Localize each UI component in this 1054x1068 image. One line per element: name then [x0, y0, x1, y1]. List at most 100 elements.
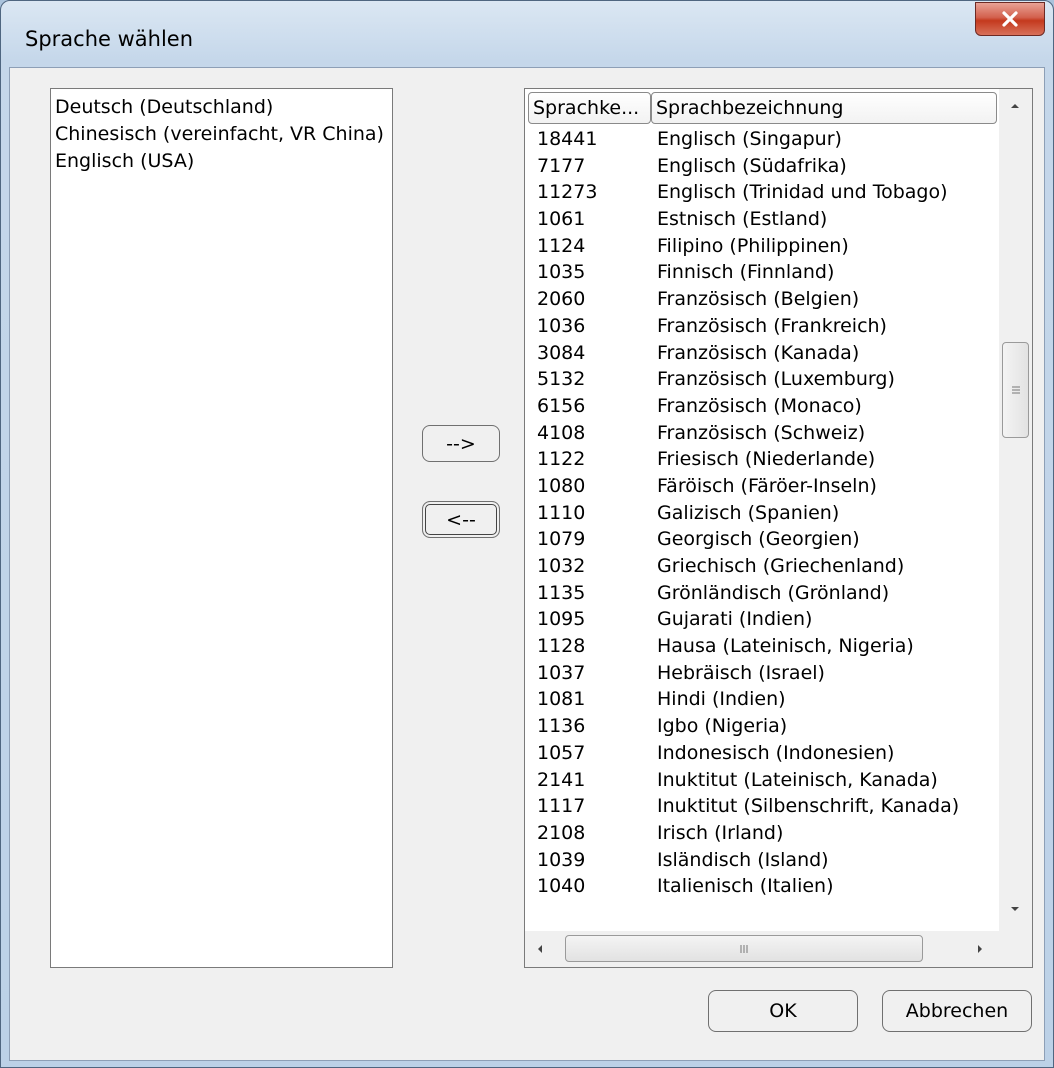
language-name-cell: Französisch (Kanada): [657, 341, 860, 364]
language-name-cell: Französisch (Schweiz): [657, 421, 866, 444]
language-name-cell: Griechisch (Griechenland): [657, 555, 905, 577]
language-code-cell: 5132: [537, 368, 586, 391]
vertical-scrollbar[interactable]: [999, 89, 1032, 931]
table-row[interactable]: 1136 Igbo (Nigeria): [525, 713, 997, 740]
language-code-cell: 1035: [537, 261, 586, 284]
table-row[interactable]: 1095 Gujarati (Indien): [525, 606, 997, 633]
language-code-cell: 1110: [537, 501, 586, 524]
list-item[interactable]: Chinesisch (vereinfacht, VR China): [55, 121, 388, 148]
language-name-cell: Gujarati (Indien): [657, 608, 813, 631]
table-row[interactable]: 18441 Englisch (Singapur): [525, 126, 997, 153]
table-row[interactable]: 1039 Isländisch (Island): [525, 847, 997, 874]
arrow-left-icon[interactable]: [535, 942, 545, 956]
ok-button[interactable]: OK: [708, 990, 858, 1032]
language-code-cell: 1124: [537, 234, 586, 257]
table-row[interactable]: 1079 Georgisch (Georgien): [525, 526, 997, 553]
language-code-cell: 1135: [537, 581, 586, 604]
language-code-cell: 1039: [537, 848, 586, 871]
remove-language-button[interactable]: <--: [422, 501, 500, 538]
language-code-cell: 18441: [537, 128, 598, 150]
table-row[interactable]: 2141 Inuktitut (Lateinisch, Kanada): [525, 767, 997, 794]
table-row[interactable]: 1110 Galizisch (Spanien): [525, 500, 997, 527]
language-name-cell: Indonesisch (Indonesien): [657, 741, 895, 764]
table-row[interactable]: 6156 Französisch (Monaco): [525, 393, 997, 420]
table-row[interactable]: 7177 Englisch (Südafrika): [525, 153, 997, 180]
list-item[interactable]: Deutsch (Deutschland): [55, 94, 388, 121]
table-row[interactable]: 1135 Grönländisch (Grönland): [525, 580, 997, 607]
table-row[interactable]: 11273 Englisch (Trinidad und Tobago): [525, 179, 997, 206]
table-row[interactable]: 1040 Italienisch (Italien): [525, 873, 997, 900]
cancel-button[interactable]: Abbrechen: [882, 990, 1032, 1032]
table-row[interactable]: 3084 Französisch (Kanada): [525, 340, 997, 367]
language-name-cell: Inuktitut (Silbenschrift, Kanada): [657, 795, 960, 818]
table-row[interactable]: 1081 Hindi (Indien): [525, 686, 997, 713]
language-name-cell: Färöisch (Färöer-Inseln): [657, 474, 877, 497]
table-row[interactable]: 1124 Filipino (Philippinen): [525, 233, 997, 260]
language-code-cell: 2141: [537, 768, 586, 791]
selected-languages-list[interactable]: Deutsch (Deutschland) Chinesisch (verein…: [50, 88, 393, 968]
grip-icon: [1011, 386, 1020, 394]
language-code-cell: 1037: [537, 661, 586, 684]
language-code-cell: 1122: [537, 448, 586, 471]
table-row[interactable]: 1061 Estnisch (Estland): [525, 206, 997, 233]
language-name-cell: Igbo (Nigeria): [657, 715, 788, 738]
column-header-name[interactable]: Sprachbezeichnung: [651, 92, 997, 124]
arrow-right-icon[interactable]: [975, 942, 985, 956]
window-title: Sprache wählen: [25, 27, 194, 51]
language-name-cell: Englisch (Singapur): [657, 128, 842, 150]
horizontal-scroll-thumb[interactable]: [565, 935, 923, 962]
language-code-cell: 1117: [537, 795, 586, 818]
available-languages-grid[interactable]: Sprachke... Sprachbezeichnung 18441 Engli…: [524, 88, 1033, 968]
language-code-cell: 11273: [537, 181, 598, 204]
language-code-cell: 6156: [537, 394, 586, 417]
close-icon: [1002, 11, 1018, 27]
language-code-cell: 1036: [537, 314, 586, 337]
vertical-scroll-thumb[interactable]: [1002, 342, 1029, 438]
language-name-cell: Französisch (Luxemburg): [657, 368, 895, 391]
language-code-cell: 1095: [537, 608, 586, 631]
arrow-up-icon[interactable]: [1008, 101, 1022, 111]
language-code-cell: 1061: [537, 208, 586, 231]
arrow-down-icon[interactable]: [1008, 904, 1022, 914]
table-row[interactable]: 1036 Französisch (Frankreich): [525, 313, 997, 340]
column-header-code[interactable]: Sprachke...: [528, 92, 651, 124]
language-name-cell: Italienisch (Italien): [657, 875, 834, 898]
horizontal-scrollbar[interactable]: [525, 931, 999, 967]
language-name-cell: Hebräisch (Israel): [657, 661, 825, 684]
language-code-cell: 1136: [537, 715, 586, 738]
language-name-cell: Inuktitut (Lateinisch, Kanada): [657, 768, 938, 791]
table-row[interactable]: 1037 Hebräisch (Israel): [525, 660, 997, 687]
language-code-cell: 4108: [537, 421, 586, 444]
language-name-cell: Hindi (Indien): [657, 688, 786, 711]
table-row[interactable]: 1057 Indonesisch (Indonesien): [525, 740, 997, 767]
table-row[interactable]: 1122 Friesisch (Niederlande): [525, 446, 997, 473]
table-row[interactable]: 5132 Französisch (Luxemburg): [525, 366, 997, 393]
language-code-cell: 1057: [537, 741, 586, 764]
table-row[interactable]: 1117 Inuktitut (Silbenschrift, Kanada): [525, 793, 997, 820]
language-code-cell: 1128: [537, 635, 586, 658]
language-name-cell: Filipino (Philippinen): [657, 234, 849, 257]
add-language-button[interactable]: -->: [422, 425, 500, 462]
table-row[interactable]: 1128 Hausa (Lateinisch, Nigeria): [525, 633, 997, 660]
dialog-window: Sprache wählen Deutsch (Deutschland) Chi…: [0, 0, 1054, 1068]
language-name-cell: Französisch (Monaco): [657, 394, 862, 417]
language-name-cell: Irisch (Irland): [657, 821, 784, 844]
table-row[interactable]: 4108 Französisch (Schweiz): [525, 420, 997, 447]
table-row[interactable]: 1080 Färöisch (Färöer-Inseln): [525, 473, 997, 500]
grid-rows: 18441 Englisch (Singapur) 7177 Englisch (Sü…: [525, 126, 997, 928]
language-code-cell: 7177: [537, 154, 586, 177]
language-name-cell: Französisch (Belgien): [657, 288, 860, 311]
table-row[interactable]: 1035 Finnisch (Finnland): [525, 259, 997, 286]
language-name-cell: Friesisch (Niederlande): [657, 448, 876, 471]
language-name-cell: Grönländisch (Grönland): [657, 581, 890, 604]
table-row[interactable]: 2108 Irisch (Irland): [525, 820, 997, 847]
close-button[interactable]: [975, 2, 1045, 36]
list-item[interactable]: Englisch (USA): [55, 148, 388, 175]
language-name-cell: Finnisch (Finnland): [657, 261, 835, 284]
table-row[interactable]: 2060 Französisch (Belgien): [525, 286, 997, 313]
language-name-cell: Hausa (Lateinisch, Nigeria): [657, 635, 914, 658]
dialog-client-area: Deutsch (Deutschland) Chinesisch (verein…: [9, 67, 1045, 1061]
table-row[interactable]: 1032 Griechisch (Griechenland): [525, 553, 997, 580]
grip-icon: [740, 944, 748, 953]
language-name-cell: Galizisch (Spanien): [657, 501, 840, 524]
